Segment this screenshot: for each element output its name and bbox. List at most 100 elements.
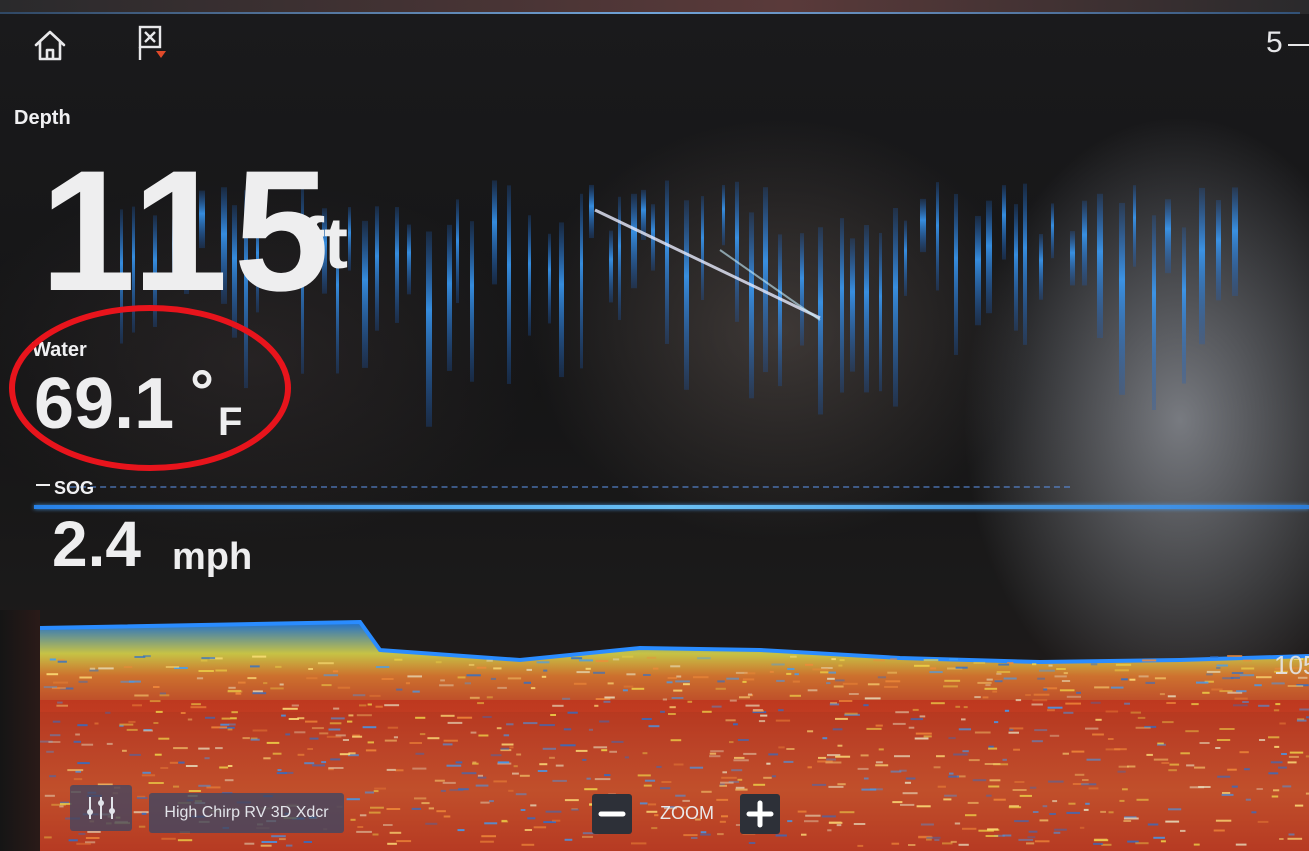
seabed-speckle [490,677,496,680]
seabed-speckle [998,663,1010,666]
seabed-speckle [915,732,932,735]
seabed-speckle [1180,829,1186,832]
seabed-speckle [1211,688,1223,691]
seabed-speckle [94,722,99,725]
seabed-speckle [722,771,727,774]
seabed-speckle [987,828,999,831]
seabed-speckle [143,729,153,732]
seabed-speckle [393,736,398,739]
zoom-in-button[interactable] [740,794,780,834]
seabed-speckle [683,683,690,686]
seabed-speckle [994,680,1003,683]
seabed-speckle [661,781,672,783]
seabed-speckle [833,685,844,688]
seabed-speckle [1257,820,1269,823]
seabed-speckle [443,815,451,818]
seabed-speckle [837,744,843,747]
seabed-speckle [742,680,747,683]
seabed-speckle [1135,842,1149,845]
seabed-speckle [654,814,659,817]
zoom-out-button[interactable] [592,794,632,834]
seabed-speckle [68,839,78,842]
seabed-speckle [1281,753,1287,755]
seabed-speckle [778,709,784,712]
seabed-speckle [1031,703,1043,706]
seabed-speckle [910,718,923,721]
seabed-speckle [1079,826,1085,829]
seabed-speckle [908,844,916,846]
seabed-speckle [490,754,502,757]
seabed-speckle [1279,722,1286,725]
seabed-speckle [914,664,930,667]
seabed-speckle [934,839,940,841]
seabed-speckle [1032,811,1039,813]
transducer-select-button[interactable]: High Chirp RV 3D Xdcr [149,793,344,833]
seabed-speckle [524,829,532,831]
seabed-speckle [275,665,282,668]
seabed-speckle [768,753,779,756]
seabed-speckle [1169,763,1180,766]
seabed-speckle [826,758,836,761]
seabed-speckle [962,750,969,753]
seabed-speckle [621,655,634,658]
seabed-speckle [700,831,707,834]
seabed-speckle [321,684,332,687]
seabed-speckle [1047,706,1063,709]
seabed-speckle [356,714,372,717]
seabed-speckle [1092,733,1104,736]
seabed-speckle [992,690,998,693]
seabed-speckle [149,700,161,703]
seabed-speckle [449,789,464,792]
seabed-speckle [335,734,346,737]
seabed-speckle [411,807,421,810]
seabed-speckle [1012,789,1027,791]
seabed-speckle [350,818,356,821]
seabed-speckle [1042,805,1048,808]
seabed-speckle [76,842,91,845]
seabed-speckle [742,678,755,681]
seabed-speckle [1273,789,1280,792]
seabed-speckle [294,731,306,734]
seabed-speckle [1258,704,1270,707]
seabed-speckle [1216,667,1221,669]
seabed-speckle [352,694,366,697]
seabed-speckle [579,659,593,662]
seabed-speckle [364,791,374,794]
seabed-speckle [470,731,477,734]
seabed-speckle [807,730,814,733]
seabed-speckle [735,786,745,789]
seabed-speckle [899,769,907,772]
seabed-speckle [1222,677,1234,680]
seabed-speckle [414,797,427,800]
seabed-speckle [1270,761,1283,764]
seabed-speckle [1154,677,1166,680]
seabed-speckle [1076,691,1081,694]
seabed-speckle [944,679,961,682]
seabed-speckle [996,672,1002,675]
seabed-speckle [519,774,530,777]
minus-icon [598,811,626,817]
seabed-speckle [1107,738,1114,740]
seabed-speckle [836,824,842,827]
seabed-speckle [1114,748,1127,751]
seabed-speckle [948,737,956,740]
seabed-speckle [49,775,56,778]
seabed-speckle [639,802,648,805]
seabed-speckle [1054,675,1067,678]
seabed-speckle [646,656,657,659]
seabed-speckle [497,761,510,764]
seabed-speckle [571,657,583,660]
seabed-speckle [807,766,812,769]
seabed-speckle [1279,838,1284,840]
seabed-speckle [484,822,498,825]
seabed-speckle [339,753,351,756]
sonar-settings-button[interactable] [70,785,132,831]
range-bottom-label: 105 [1274,650,1309,680]
seabed-speckle [826,682,831,685]
seabed-speckle [1029,786,1037,789]
seabed-speckle [839,700,853,702]
seabed-speckle [734,756,745,759]
seabed-speckle-layer [40,655,1309,847]
seabed-speckle [1028,830,1038,833]
seabed-speckle [500,747,510,750]
